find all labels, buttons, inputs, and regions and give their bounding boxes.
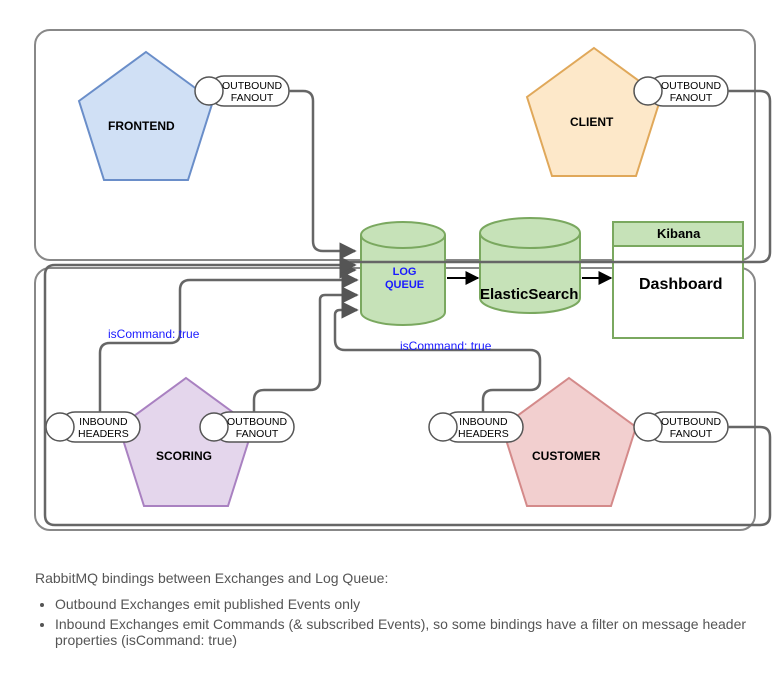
kibana-label: Kibana xyxy=(657,227,700,242)
footer-text: RabbitMQ bindings between Exchanges and … xyxy=(35,570,783,652)
scoring-filter-label: isCommand: true xyxy=(108,328,199,342)
edge-scoring-out xyxy=(254,295,357,412)
frontend-label: FRONTEND xyxy=(108,120,175,134)
edge-scoring-in xyxy=(100,280,357,412)
logqueue-label: LOG QUEUE xyxy=(385,266,424,291)
customer-out-label: OUTBOUND FANOUT xyxy=(661,416,721,440)
edge-customer-in xyxy=(335,310,540,412)
dashboard-label: Dashboard xyxy=(639,276,723,294)
scoring-label: SCORING xyxy=(156,450,212,464)
footer-bullet-0: Outbound Exchanges emit published Events… xyxy=(55,596,783,612)
footer-title: RabbitMQ bindings between Exchanges and … xyxy=(35,570,783,586)
customer-in-label: INBOUND HEADERS xyxy=(458,416,509,440)
scoring-out-label: OUTBOUND FANOUT xyxy=(227,416,287,440)
client-node xyxy=(527,48,661,176)
customer-label: CUSTOMER xyxy=(532,450,600,464)
client-label: CLIENT xyxy=(570,116,613,130)
footer-bullet-1: Inbound Exchanges emit Commands (& subsc… xyxy=(55,616,783,648)
frontend-node xyxy=(79,52,213,180)
elastic-label: ElasticSearch xyxy=(480,286,578,303)
customer-filter-label: isCommand: true xyxy=(400,340,491,354)
scoring-in-label: INBOUND HEADERS xyxy=(78,416,129,440)
frontend-out-label: OUTBOUND FANOUT xyxy=(222,80,282,104)
client-out-label: OUTBOUND FANOUT xyxy=(661,80,721,104)
edge-frontend-out xyxy=(289,91,355,251)
customer-node xyxy=(502,378,636,506)
